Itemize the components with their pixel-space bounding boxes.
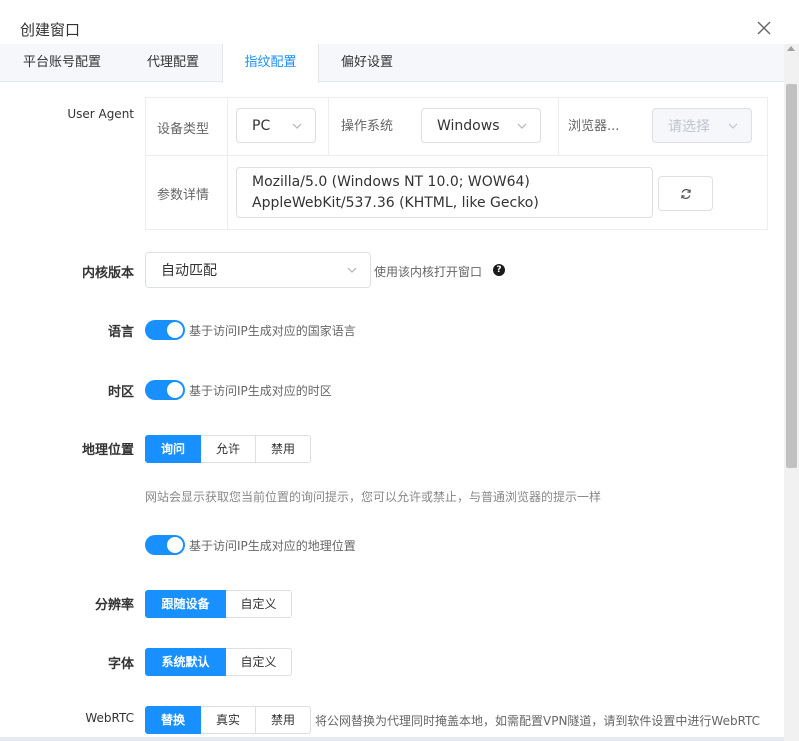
user-agent-textarea[interactable]: Mozilla/5.0 (Windows NT 10.0; WOW64) App…	[236, 167, 653, 218]
dialog-header: 创建窗口	[0, 0, 799, 44]
geolocation-options: 询问 允许 禁用	[145, 435, 311, 463]
dialog-title: 创建窗口	[20, 21, 81, 39]
os-select[interactable]: Windows	[421, 108, 541, 143]
kernel-label: 内核版本	[81, 266, 134, 281]
device-type-select[interactable]: PC	[236, 108, 316, 143]
geolocation-ask-button[interactable]: 询问	[145, 435, 201, 463]
device-type-label: 设备类型	[157, 122, 210, 137]
chevron-down-icon	[347, 267, 357, 273]
webrtc-hint: 将公网替换为代理同时掩盖本地，如需配置VPN隧道，请到软件设置中进行WebRTC	[315, 714, 761, 728]
webrtc-disable-button[interactable]: 禁用	[255, 706, 311, 734]
geolocation-ip-switch[interactable]	[145, 535, 185, 555]
switch-knob	[167, 322, 183, 338]
webrtc-replace-button[interactable]: 替换	[145, 706, 201, 734]
browser-label: 浏览器...	[568, 119, 620, 134]
language-label: 语言	[107, 325, 134, 340]
tab-bar: 平台账号配置 代理配置 指纹配置 偏好设置	[0, 44, 784, 83]
switch-knob	[167, 537, 183, 553]
chevron-down-icon	[728, 123, 738, 129]
webrtc-label: WebRTC	[85, 711, 134, 725]
help-icon[interactable]: ?	[493, 264, 505, 276]
resolution-custom-button[interactable]: 自定义	[225, 590, 292, 618]
kernel-select[interactable]: 自动匹配	[145, 252, 371, 288]
language-switch[interactable]	[145, 320, 185, 340]
os-label: 操作系统	[341, 119, 394, 134]
kernel-hint: 使用该内核打开窗口	[374, 265, 483, 279]
device-type-value: PC	[252, 117, 271, 134]
close-icon[interactable]	[756, 20, 772, 36]
scrollbar[interactable]	[784, 44, 799, 741]
geolocation-ip-hint: 基于访问IP生成对应的地理位置	[189, 539, 356, 553]
switch-knob	[167, 382, 183, 398]
tab-preferences[interactable]: 偏好设置	[339, 44, 395, 82]
divider	[328, 98, 329, 156]
resolution-options: 跟随设备 自定义	[145, 590, 292, 618]
webrtc-options: 替换 真实 禁用	[145, 706, 311, 734]
font-custom-button[interactable]: 自定义	[225, 648, 292, 676]
params-label: 参数详情	[157, 188, 210, 203]
resolution-follow-device-button[interactable]: 跟随设备	[145, 590, 226, 618]
chevron-down-icon	[292, 123, 302, 129]
geolocation-description: 网站会显示获取您当前位置的询问提示，您可以允许或禁止，与普通浏览器的提示一样	[145, 490, 602, 504]
tab-platform-account[interactable]: 平台账号配置	[20, 44, 104, 82]
geolocation-label: 地理位置	[81, 443, 134, 458]
webrtc-real-button[interactable]: 真实	[200, 706, 256, 734]
tab-fingerprint[interactable]: 指纹配置	[222, 44, 319, 83]
divider	[558, 98, 559, 156]
font-label: 字体	[107, 657, 134, 672]
scroll-thumb[interactable]	[786, 84, 797, 468]
os-value: Windows	[437, 117, 500, 134]
bottom-edge	[0, 737, 784, 741]
font-system-default-button[interactable]: 系统默认	[145, 648, 226, 676]
divider	[227, 98, 228, 229]
kernel-value: 自动匹配	[161, 263, 217, 279]
geolocation-disable-button[interactable]: 禁用	[255, 435, 311, 463]
browser-placeholder: 请选择	[668, 118, 710, 135]
timezone-hint: 基于访问IP生成对应的时区	[189, 384, 332, 398]
tab-proxy[interactable]: 代理配置	[145, 44, 201, 82]
font-options: 系统默认 自定义	[145, 648, 292, 676]
chevron-down-icon	[517, 123, 527, 129]
refresh-user-agent-button[interactable]	[658, 176, 713, 211]
language-hint: 基于访问IP生成对应的国家语言	[189, 324, 356, 338]
timezone-switch[interactable]	[145, 380, 185, 400]
refresh-icon	[681, 189, 691, 199]
resolution-label: 分辨率	[94, 598, 134, 613]
timezone-label: 时区	[107, 385, 134, 400]
browser-select[interactable]: 请选择	[652, 108, 752, 143]
user-agent-label: User Agent	[67, 107, 134, 121]
geolocation-allow-button[interactable]: 允许	[200, 435, 256, 463]
scroll-up-arrow-icon[interactable]	[787, 46, 795, 51]
